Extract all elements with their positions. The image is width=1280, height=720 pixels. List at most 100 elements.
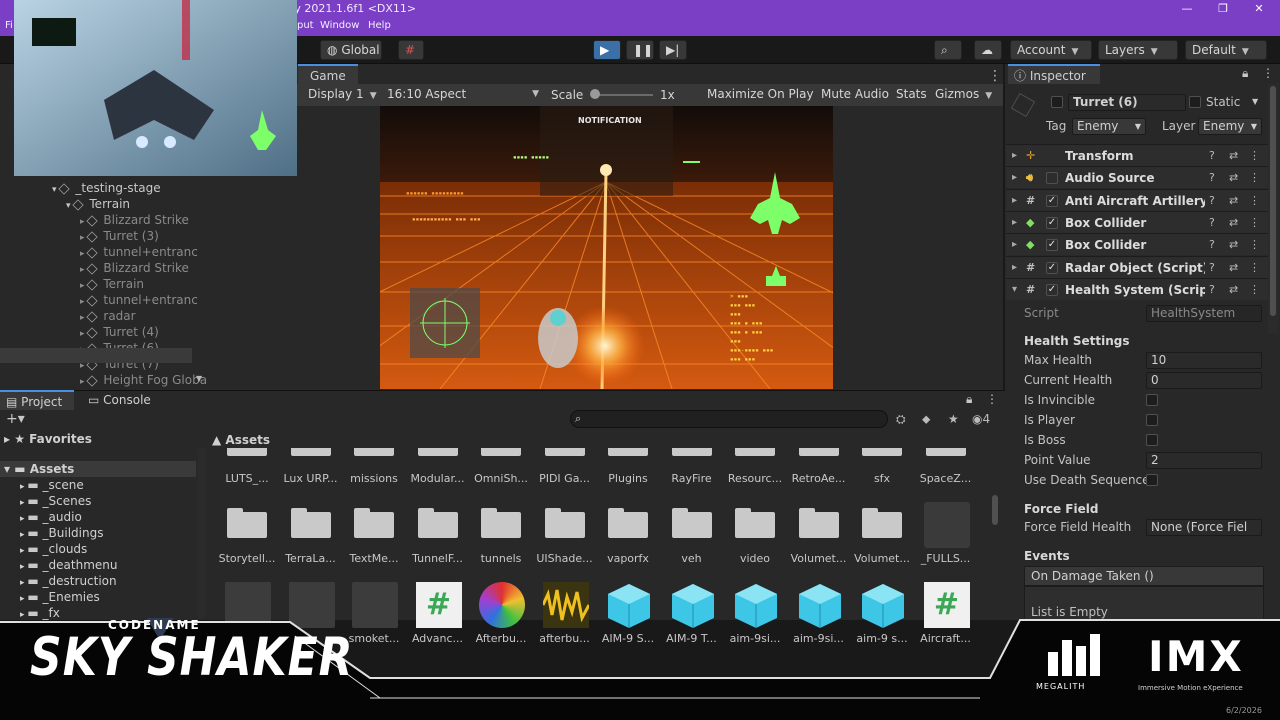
object-name-field[interactable]: Turret (6) <box>1068 94 1186 111</box>
game-viewport[interactable]: NOTIFICATION ▪▪▪▪ ▪▪▪▪▪ ▪▪▪▪▪▪ ▪▪▪▪▪▪▪▪▪… <box>380 106 833 389</box>
asset-label[interactable]: missions <box>343 472 405 485</box>
filter-by-label-icon[interactable]: ⬥ <box>922 412 930 427</box>
tab-project[interactable]: ▤ Project <box>0 390 74 410</box>
expand-arrow-icon[interactable]: ▸ <box>80 297 87 307</box>
asset-label[interactable]: PIDI Ga... <box>534 472 596 485</box>
component-header[interactable]: ▸ ✛ Transform? ⇄ ⋮ <box>1006 144 1268 166</box>
layout-dropdown[interactable]: Default ▼ <box>1185 40 1267 60</box>
is-boss-checkbox[interactable] <box>1146 434 1158 446</box>
expand-arrow-icon[interactable]: ▸ <box>80 265 87 275</box>
expand-arrow-icon[interactable]: ▸ <box>80 249 87 259</box>
folder-icon[interactable] <box>925 448 966 460</box>
component-enabled-checkbox[interactable] <box>1046 172 1058 185</box>
scale-slider[interactable] <box>593 94 653 96</box>
folder-icon[interactable] <box>608 508 648 538</box>
hierarchy-item[interactable]: ▸ Height Fog Globa <box>80 372 207 388</box>
asset-label[interactable]: OmniSh... <box>470 472 532 485</box>
component-header[interactable]: ▸ ◆ ✓ Box Collider? ⇄ ⋮ <box>1006 210 1268 234</box>
expand-arrow-icon[interactable]: ▸ <box>80 329 87 339</box>
maximize-on-play-toggle[interactable]: Maximize On Play <box>707 84 814 104</box>
layer-dropdown[interactable]: Enemy ▼ <box>1198 118 1262 135</box>
asset-label[interactable]: SpaceZ... <box>915 472 977 485</box>
mute-audio-toggle[interactable]: Mute Audio <box>821 84 889 104</box>
settings-icon[interactable]: ⇄ <box>1229 234 1238 256</box>
asset-label[interactable]: sfx <box>851 472 913 485</box>
folder-icon[interactable] <box>354 448 394 460</box>
hierarchy-item[interactable]: ▸ Blizzard Strike <box>80 260 189 276</box>
more-options-icon[interactable]: ⋮ <box>986 392 998 406</box>
add-asset-button[interactable]: +▾ <box>6 411 25 427</box>
menu-help[interactable]: Help <box>368 20 391 31</box>
asset-label[interactable]: TerraLa... <box>280 552 342 565</box>
hierarchy-item[interactable]: ▸ Blizzard Strike <box>80 212 189 228</box>
asset-label[interactable]: vaporfx <box>597 552 659 565</box>
help-icon[interactable]: ? <box>1209 234 1215 256</box>
expand-arrow-icon[interactable]: ▸ <box>1012 234 1017 256</box>
hierarchy-item[interactable]: ▸ radar <box>80 308 136 324</box>
asset-label[interactable]: TextMe... <box>343 552 405 565</box>
folder-icon[interactable] <box>481 508 521 538</box>
expand-arrow-icon[interactable]: ▸ <box>80 313 87 323</box>
asset-label[interactable]: RayFire <box>661 472 723 485</box>
asset-label[interactable]: Storytell... <box>216 552 278 565</box>
hierarchy-scroll[interactable] <box>193 300 207 380</box>
expand-arrow-icon[interactable]: ▸ <box>80 281 87 291</box>
assets-breadcrumb[interactable]: ▲ Assets <box>212 433 270 447</box>
gizmos-dropdown[interactable]: Gizmos ▼ <box>935 84 992 104</box>
cloud-button[interactable]: ☁ <box>974 40 1002 60</box>
hierarchy-item[interactable]: ▾ Terrain <box>66 196 130 212</box>
expand-arrow-icon[interactable]: ▾ <box>66 201 73 211</box>
static-checkbox[interactable] <box>1189 96 1201 108</box>
force-field-health-field[interactable]: None (Force Fiel <box>1146 519 1262 536</box>
favorite-star-icon[interactable]: ★ <box>948 412 959 426</box>
tree-scrollbar[interactable] <box>198 448 206 618</box>
help-icon[interactable]: ? <box>1209 257 1215 279</box>
maximize-button[interactable]: ❐ <box>1206 0 1240 18</box>
search-button[interactable]: ⌕ <box>934 40 962 60</box>
play-button[interactable]: ▶ <box>593 40 621 60</box>
hierarchy-item[interactable]: ▸ tunnel+entranc <box>80 292 198 308</box>
asset-label[interactable]: TunnelF... <box>407 552 469 565</box>
folder-icon[interactable] <box>227 508 267 538</box>
asset-label[interactable]: Lux URP... <box>280 472 342 485</box>
global-toggle[interactable]: ◍ Global <box>320 40 382 60</box>
asset-label[interactable]: Plugins <box>597 472 659 485</box>
expand-arrow-icon[interactable]: ▸ <box>80 377 87 387</box>
component-header[interactable]: ▸ 🔊︎ Audio Source? ⇄ ⋮ <box>1006 166 1268 189</box>
display-dropdown[interactable]: Display 1 ▼ <box>308 84 377 104</box>
folder-icon[interactable] <box>544 448 585 460</box>
folder-icon[interactable] <box>671 448 712 460</box>
folder-icon[interactable] <box>735 508 775 538</box>
aspect-dropdown[interactable]: 16:10 Aspect ▼ <box>387 84 539 104</box>
folder-icon[interactable] <box>481 448 521 460</box>
component-header[interactable]: ▸ # ✓ Anti Aircraft Artillery (S? ⇄ ⋮ <box>1006 188 1268 211</box>
folder-icon[interactable] <box>290 508 331 538</box>
component-header[interactable]: ▾ # ✓ Health System (Script)? ⇄ ⋮ <box>1006 277 1268 301</box>
asset-label[interactable]: Volumet... <box>851 552 913 565</box>
scale-slider-handle[interactable] <box>590 89 600 99</box>
expand-arrow-icon[interactable]: ▸ <box>1012 145 1017 167</box>
folder-icon[interactable] <box>544 508 585 538</box>
project-folder-item[interactable]: ▸ ▬ _audio <box>20 509 82 525</box>
hierarchy-item[interactable]: ▸ Turret (4) <box>80 324 159 340</box>
help-icon[interactable]: ? <box>1209 279 1215 301</box>
folder-icon[interactable] <box>671 508 712 538</box>
project-folder-item[interactable]: ▸ ▬ _Scenes <box>20 493 91 509</box>
use-death-sequence-checkbox[interactable] <box>1146 474 1158 486</box>
point-value-field[interactable]: 2 <box>1146 452 1262 469</box>
layers-dropdown[interactable]: Layers ▼ <box>1098 40 1178 60</box>
close-button[interactable]: ✕ <box>1242 0 1276 18</box>
settings-icon[interactable]: ⇄ <box>1229 279 1238 301</box>
more-options-icon[interactable]: ⋮ <box>1249 145 1260 167</box>
is-invincible-checkbox[interactable] <box>1146 394 1158 406</box>
component-header[interactable]: ▸ ◆ ✓ Box Collider? ⇄ ⋮ <box>1006 233 1268 256</box>
project-folder-item[interactable]: ▸ ▬ _scene <box>20 477 84 493</box>
settings-icon[interactable]: ⇄ <box>1229 257 1238 279</box>
menu-input[interactable]: put <box>297 20 314 31</box>
asset-label[interactable]: tunnels <box>470 552 532 565</box>
folder-icon[interactable] <box>417 508 458 538</box>
expand-arrow-icon[interactable]: ▸ <box>80 233 87 243</box>
expand-arrow-icon[interactable]: ▸ <box>1012 212 1017 234</box>
tag-dropdown[interactable]: Enemy ▼ <box>1072 118 1146 135</box>
expand-arrow-icon[interactable]: ▸ <box>80 217 87 227</box>
